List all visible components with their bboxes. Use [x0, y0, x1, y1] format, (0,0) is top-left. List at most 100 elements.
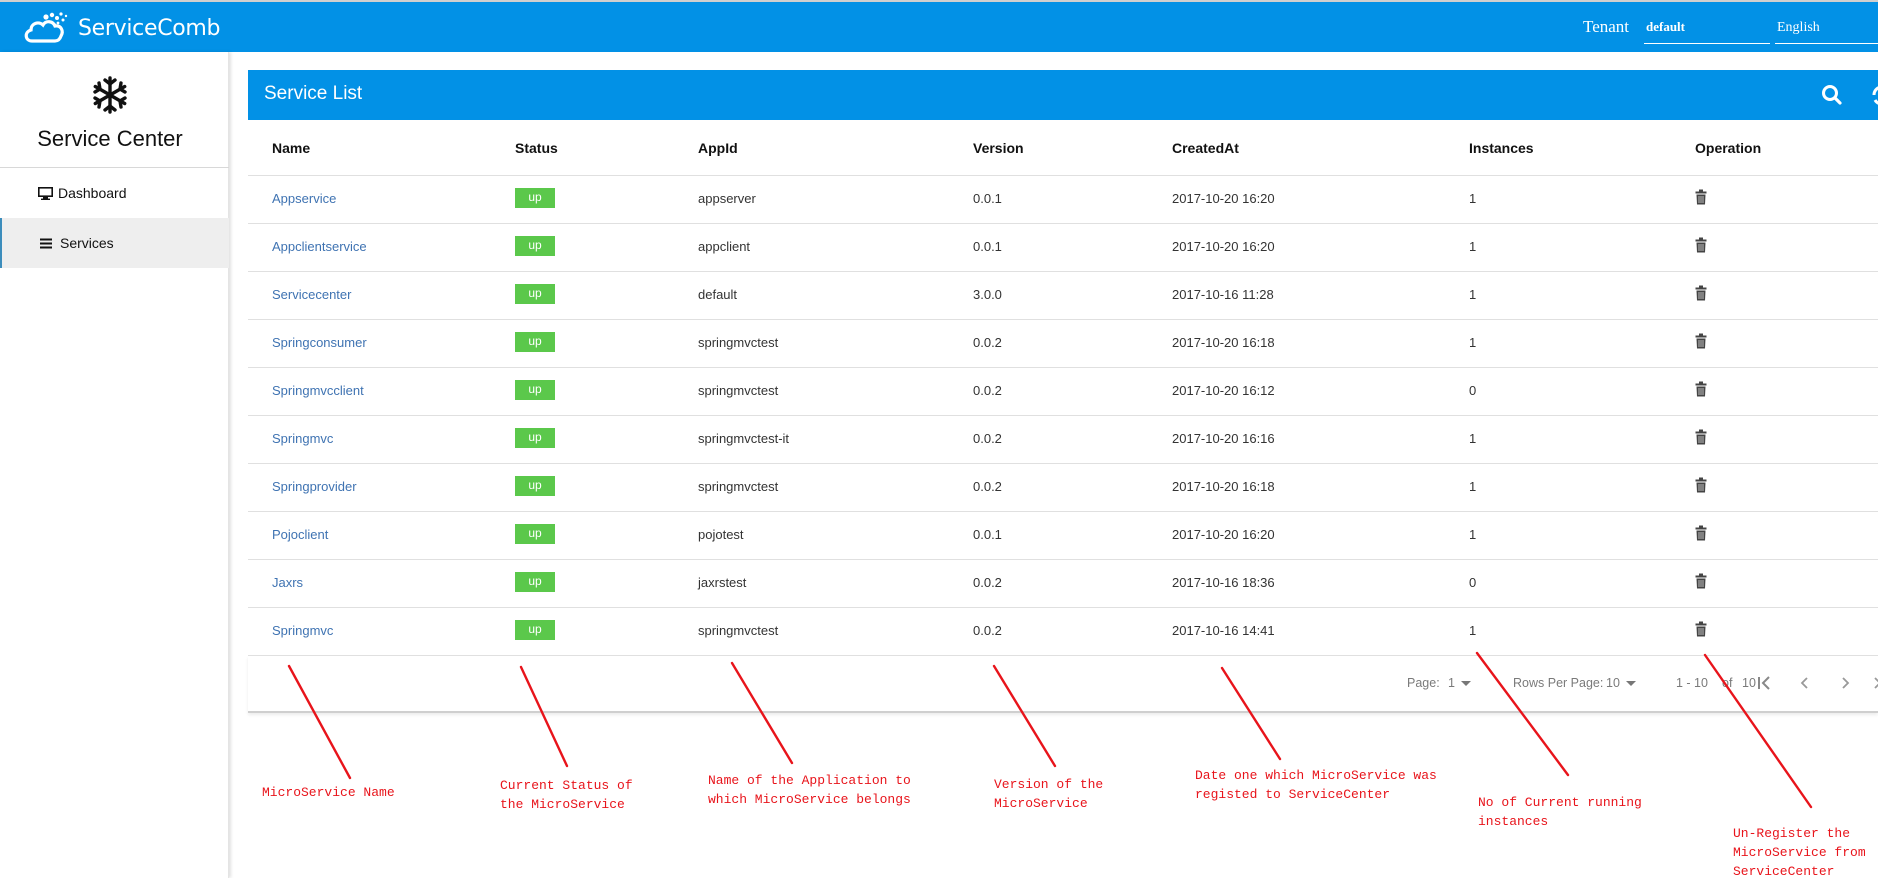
appid-cell: springmvctest [698, 383, 779, 398]
version-cell: 0.0.1 [973, 191, 1002, 206]
page-label: Page: [1407, 676, 1440, 690]
service-list-toolbar: Service List [248, 70, 1878, 120]
service-name-link[interactable]: Jaxrs [272, 575, 303, 590]
annotation-createdat: Date one which MicroService was registed… [1195, 768, 1437, 802]
column-header-name[interactable]: Name [272, 140, 310, 156]
pagination: Page: 1 Rows Per Page: 10 1 - 10 of 10 [248, 656, 1878, 713]
createdat-cell: 2017-10-16 18:36 [1172, 575, 1275, 590]
table-body: Appservice up appserver 0.0.1 2017-10-20 16:… [248, 176, 1878, 656]
createdat-cell: 2017-10-16 11:28 [1172, 287, 1274, 302]
trash-icon[interactable] [1695, 525, 1707, 541]
service-name-link[interactable]: Appservice [272, 191, 336, 206]
service-name-link[interactable]: Appclientservice [272, 239, 367, 254]
rows-per-page-label: Rows Per Page: [1513, 676, 1604, 690]
appid-cell: pojotest [698, 527, 744, 542]
status-badge: up [515, 236, 555, 256]
next-page-icon[interactable] [1835, 672, 1855, 694]
total-count: 10 [1742, 676, 1756, 690]
search-icon[interactable] [1820, 83, 1844, 107]
sidebar-item-dashboard[interactable]: Dashboard [0, 168, 229, 218]
status-badge: up [515, 284, 555, 304]
rows-per-page-select[interactable]: 10 [1606, 676, 1636, 690]
instances-cell: 1 [1469, 479, 1477, 494]
version-cell: 0.0.2 [973, 383, 1002, 398]
column-header-version[interactable]: Version [973, 140, 1024, 156]
service-center-logo [0, 75, 220, 120]
table-row: Springmvc up springmvctest-it 0.0.2 2017-10-… [248, 416, 1878, 464]
column-header-status[interactable]: Status [515, 140, 558, 156]
version-cell: 3.0.0 [973, 287, 1002, 302]
instances-cell: 1 [1469, 335, 1477, 350]
createdat-cell: 2017-10-20 16:18 [1172, 479, 1275, 494]
sidebar-title: Service Center [37, 126, 183, 151]
table-row: Appclientservice up appclient 0.0.1 2017-10-… [248, 224, 1878, 272]
trash-icon[interactable] [1695, 237, 1707, 253]
status-badge: up [515, 332, 555, 352]
last-page-icon[interactable] [1872, 672, 1878, 694]
language-select[interactable]: English [1775, 14, 1878, 44]
trash-icon[interactable] [1695, 429, 1707, 445]
createdat-cell: 2017-10-16 14:41 [1172, 623, 1275, 638]
annotation-instances: No of Current running instances [1478, 795, 1642, 829]
service-name-link[interactable]: Springprovider [272, 479, 357, 494]
version-cell: 0.0.1 [973, 527, 1002, 542]
version-cell: 0.0.2 [973, 575, 1002, 590]
range-text: 1 - 10 [1676, 676, 1708, 690]
table-row: Jaxrs up jaxrstest 0.0.2 2017-10-16 18:36 0 [248, 560, 1878, 608]
trash-icon[interactable] [1695, 573, 1707, 589]
snowflake-icon [93, 76, 127, 114]
instances-cell: 1 [1469, 191, 1477, 206]
trash-icon[interactable] [1695, 621, 1707, 637]
table-row: Servicecenter up default 3.0.0 2017-10-16 11… [248, 272, 1878, 320]
instances-cell: 1 [1469, 287, 1477, 302]
createdat-cell: 2017-10-20 16:20 [1172, 527, 1275, 542]
trash-icon[interactable] [1695, 477, 1707, 493]
service-name-link[interactable]: Springmvcclient [272, 383, 364, 398]
caret-down-icon [1460, 681, 1471, 687]
previous-page-icon[interactable] [1795, 672, 1815, 694]
service-name-link[interactable]: Springmvc [272, 431, 333, 446]
tenant-input[interactable] [1644, 14, 1770, 44]
refresh-icon[interactable] [1870, 83, 1878, 107]
list-icon [40, 236, 56, 250]
appid-cell: appclient [698, 239, 751, 254]
service-name-link[interactable]: Springmvc [272, 623, 333, 638]
service-name-link[interactable]: Servicecenter [272, 287, 351, 302]
table-row: Springprovider up springmvctest 0.0.2 2017-1… [248, 464, 1878, 512]
first-page-icon[interactable] [1756, 672, 1776, 694]
table-row: Springconsumer up springmvctest 0.0.2 2017-1… [248, 320, 1878, 368]
brand-logo[interactable]: ServiceComb [22, 8, 221, 48]
status-badge: up [515, 428, 555, 448]
page-select[interactable]: 1 [1448, 676, 1471, 690]
trash-icon[interactable] [1695, 381, 1707, 397]
trash-icon[interactable] [1695, 333, 1707, 349]
appid-cell: jaxrstest [698, 575, 747, 590]
status-badge: up [515, 188, 555, 208]
status-badge: up [515, 572, 555, 592]
trash-icon[interactable] [1695, 189, 1707, 205]
trash-icon[interactable] [1695, 285, 1707, 301]
version-cell: 0.0.1 [973, 239, 1002, 254]
instances-cell: 0 [1469, 575, 1477, 590]
table-header: Name Status AppId Version CreatedAt Inst… [248, 120, 1878, 176]
column-header-instances[interactable]: Instances [1469, 140, 1534, 156]
sidebar: Service Center Dashboard Services [0, 52, 229, 878]
top-header: ServiceComb Tenant English [0, 0, 1878, 52]
annotation-status: Current Status of the MicroService [500, 778, 633, 812]
status-badge: up [515, 620, 555, 640]
column-header-operation: Operation [1695, 140, 1762, 156]
column-header-createdat[interactable]: CreatedAt [1172, 140, 1239, 156]
instances-cell: 1 [1469, 431, 1477, 446]
page-value: 1 [1448, 676, 1455, 690]
service-name-link[interactable]: Springconsumer [272, 335, 367, 350]
sidebar-item-services[interactable]: Services [0, 218, 229, 268]
createdat-cell: 2017-10-20 16:20 [1172, 239, 1275, 254]
column-header-appid[interactable]: AppId [698, 140, 738, 156]
version-cell: 0.0.2 [973, 335, 1002, 350]
annotation-appid: Name of the Application to which MicroSe… [708, 773, 911, 807]
instances-cell: 1 [1469, 239, 1477, 254]
service-table: Name Status AppId Version CreatedAt Inst… [248, 120, 1878, 713]
version-cell: 0.0.2 [973, 479, 1002, 494]
service-name-link[interactable]: Pojoclient [272, 527, 328, 542]
brand-name: ServiceComb [78, 15, 221, 41]
